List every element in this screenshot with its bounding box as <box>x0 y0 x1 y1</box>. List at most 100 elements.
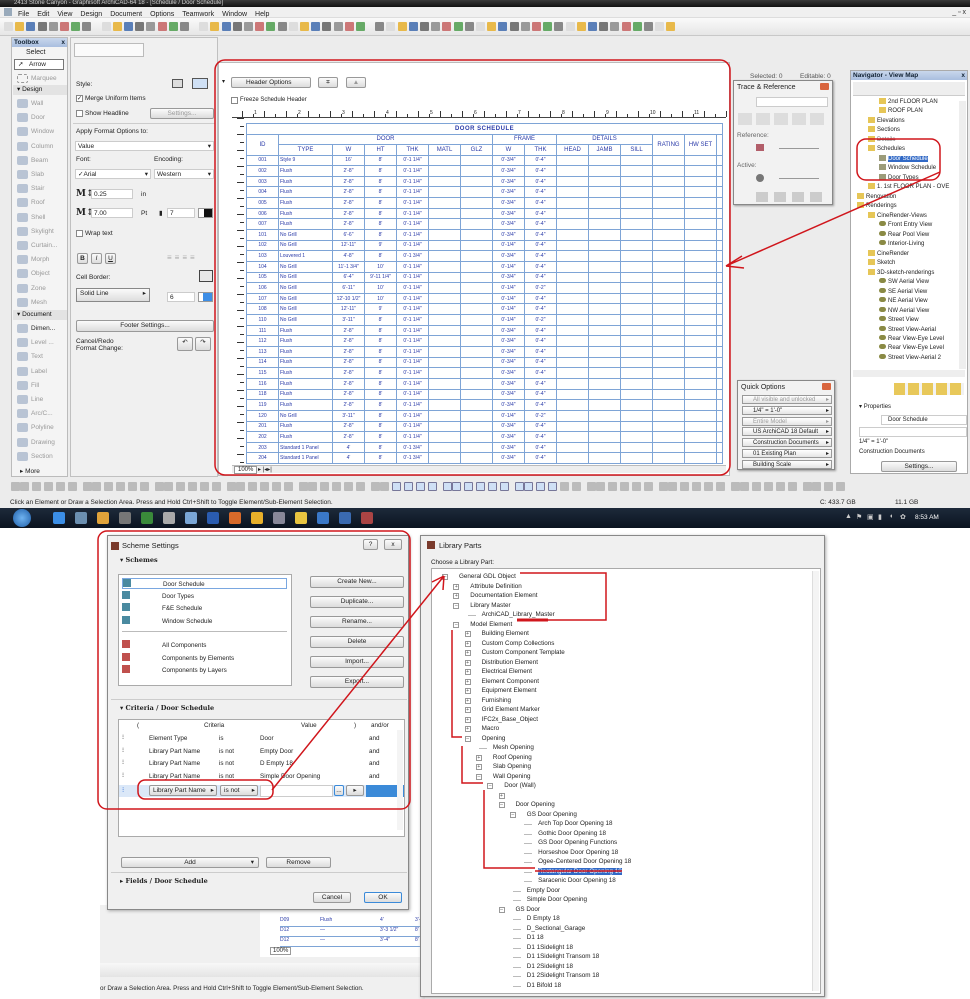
nav-item[interactable]: Rear View-Eye Level <box>879 344 944 353</box>
rename-button[interactable]: Rename... <box>310 616 404 628</box>
criteria-scrollbar[interactable] <box>397 730 403 830</box>
nav-item[interactable]: Details <box>868 135 895 145</box>
library-tree[interactable]: – General GDL Object + Attribute Definition… <box>431 568 821 994</box>
toolbar-button-icon[interactable] <box>344 22 354 31</box>
show-headline-checkbox[interactable] <box>76 110 83 117</box>
scheme-item[interactable]: F&E Schedule <box>122 603 287 612</box>
taskbar-app-icon[interactable] <box>119 512 131 524</box>
library-tree-item[interactable]: D1 1Sidelight 18 <box>527 944 573 952</box>
component-scheme-item[interactable]: Components by Layers <box>122 665 227 674</box>
toolbar-button-icon[interactable] <box>621 22 631 31</box>
nav-item[interactable]: 1. 1st FLOOR PLAN - OVE <box>868 183 949 192</box>
toolbar-button-icon[interactable] <box>221 22 231 31</box>
navigator-h-scrollbar[interactable] <box>853 370 965 377</box>
scheme-item[interactable]: Door Types <box>122 590 287 600</box>
toolbar-button-icon[interactable] <box>509 22 519 31</box>
table-row[interactable]: 111 Flush 2'-8" 8' 0'-1 1/4" 0'-3/4" 0'-4" <box>246 324 724 337</box>
tool-wall[interactable]: Wall <box>14 97 66 110</box>
table-row[interactable]: 104 No Grill 11'-1 3/4" 10' 0'-1 1/4" 0'-1/4"… <box>246 260 724 273</box>
collapse-icon[interactable]: – <box>442 574 448 580</box>
window-controls[interactable]: _ ▫ x <box>952 9 966 16</box>
nav-item[interactable]: 3D-sketch-renderings <box>868 268 934 278</box>
toolbar-button-icon[interactable] <box>420 22 429 31</box>
toolbar-button-icon[interactable] <box>408 22 418 31</box>
bottom-toolbar-button[interactable] <box>299 482 308 491</box>
toolbar-button-icon[interactable] <box>543 22 553 31</box>
library-tree-item[interactable]: Mesh Opening <box>493 744 534 752</box>
page-nav-buttons[interactable]: ▸ |◂▸| <box>258 466 272 473</box>
table-row[interactable]: 202 Flush 2'-8" 8' 0'-1 1/4" 0'-3/4" 0'-4" <box>246 431 724 443</box>
value-input[interactable] <box>260 785 333 797</box>
bottom-toolbar-button[interactable] <box>443 482 452 491</box>
merge-uniform-checkbox[interactable]: ✓ <box>76 95 83 102</box>
nav-item[interactable]: Window Schedule <box>879 164 936 173</box>
bottom-toolbar-button[interactable] <box>776 482 785 491</box>
toolbar-button-icon[interactable] <box>255 22 265 31</box>
export-button[interactable]: Export... <box>310 676 404 688</box>
nav-item[interactable]: CineRender-Views <box>868 211 927 221</box>
alignment-buttons[interactable]: ≡≡≡≡ <box>167 253 215 264</box>
taskbar-app-icon[interactable] <box>141 512 153 524</box>
expand-icon[interactable]: + <box>464 659 471 666</box>
library-tree-item[interactable]: Horseshoe Door Opening 18 <box>538 849 618 857</box>
view-mode-buttons[interactable] <box>74 43 144 57</box>
toolbar-button-icon[interactable] <box>576 22 586 31</box>
bottom-toolbar-button[interactable] <box>308 482 317 491</box>
navigator-map-buttons[interactable] <box>853 82 965 96</box>
taskbar-app-icon[interactable] <box>163 512 175 524</box>
operator-select[interactable]: is not ▸ <box>220 785 258 796</box>
expand-icon[interactable]: + <box>475 764 482 770</box>
tool-zone[interactable]: Zone <box>14 282 66 295</box>
table-row[interactable]: 005 Flush 2'-8" 8' 0'-1 1/4" 0'-3/4" 0'-4" <box>246 197 724 209</box>
table-row[interactable]: 106 No Grill 6'-11" 10' 0'-1 1/4" 0'-1/4" 0'-2… <box>246 282 724 294</box>
toolbar-button-icon[interactable] <box>112 22 122 31</box>
quick-option-6[interactable]: Building Scale ▸ <box>742 459 832 469</box>
bottom-toolbar-button[interactable] <box>788 482 797 491</box>
component-scheme-item[interactable]: Components by Elements <box>122 652 234 662</box>
bottom-toolbar-button[interactable] <box>200 482 209 491</box>
start-button[interactable] <box>13 509 31 527</box>
table-row[interactable]: 110 No Grill 3'-11" 8' 0'-1 1/4" 0'-1/4" 0'-2" <box>246 314 724 326</box>
bottom-toolbar-button[interactable] <box>824 482 833 491</box>
library-tree-item[interactable]: Equipment Element <box>482 687 537 695</box>
table-row[interactable]: 120 No Grill 3'-11" 8' 0'-1 1/4" 0'-1/4" 0'-2" <box>246 409 724 422</box>
toolbar-button-icon[interactable] <box>655 22 665 31</box>
bottom-toolbar-button[interactable] <box>716 482 725 491</box>
collapse-icon[interactable]: – <box>475 773 482 780</box>
library-tree-item[interactable]: D1 2Sidelight 18 <box>527 963 573 971</box>
toolbar-button-icon[interactable] <box>554 22 564 31</box>
toolbar-button-icon[interactable] <box>333 22 343 31</box>
library-tree-item[interactable]: Arch Top Door Opening 18 <box>538 820 612 828</box>
taskbar-app-icon[interactable] <box>339 512 351 524</box>
toolbar-button-icon[interactable] <box>288 22 298 31</box>
expand-icon[interactable]: + <box>464 697 471 704</box>
collapse-icon[interactable]: – <box>464 735 471 742</box>
drag-handle-icon[interactable]: ⁝ <box>122 759 124 766</box>
library-tree-item[interactable]: Grid Element Marker <box>482 706 540 714</box>
tool-dimen[interactable]: Dimen... <box>14 322 66 335</box>
table-row[interactable]: 114 Flush 2'-8" 8' 0'-1 1/4" 0'-3/4" 0'-4" <box>246 356 724 369</box>
bottom-toolbar-button[interactable] <box>596 482 605 491</box>
criteria-row[interactable]: ⁝ Library Part Name is not Empty Door and <box>119 747 399 758</box>
toolbar-button-icon[interactable] <box>168 22 178 31</box>
tool-text[interactable]: Text <box>14 350 66 363</box>
tool-roof[interactable]: Roof <box>14 196 66 209</box>
tool-shell[interactable]: Shell <box>14 211 66 224</box>
criteria-row[interactable]: ⁝ Library Part Name is not D Empty 18 and <box>119 759 399 770</box>
text-pen-input[interactable]: 7 <box>167 208 195 218</box>
tray-icon[interactable]: ✿ <box>900 513 906 521</box>
bottom-toolbar-button[interactable] <box>488 482 497 491</box>
toolbar-button-icon[interactable] <box>356 22 365 31</box>
toolbar-button-icon[interactable] <box>199 22 209 31</box>
nav-item[interactable]: SE Aerial View <box>879 287 927 297</box>
toolbar-button-icon[interactable] <box>180 22 189 31</box>
library-tree-item[interactable]: GS Door <box>516 906 541 914</box>
taskbar-app-icon[interactable] <box>273 512 285 524</box>
tray-icon[interactable]: ▲ <box>845 513 852 520</box>
library-tree-item[interactable]: Saracenic Door Opening 18 <box>538 877 616 885</box>
toolbar-button-icon[interactable] <box>82 22 92 31</box>
bottom-toolbar-button[interactable] <box>356 482 365 491</box>
toolbar-button-icon[interactable] <box>300 22 309 31</box>
bottom-toolbar-button[interactable] <box>680 482 689 491</box>
toolbar-button-icon[interactable] <box>48 22 58 31</box>
